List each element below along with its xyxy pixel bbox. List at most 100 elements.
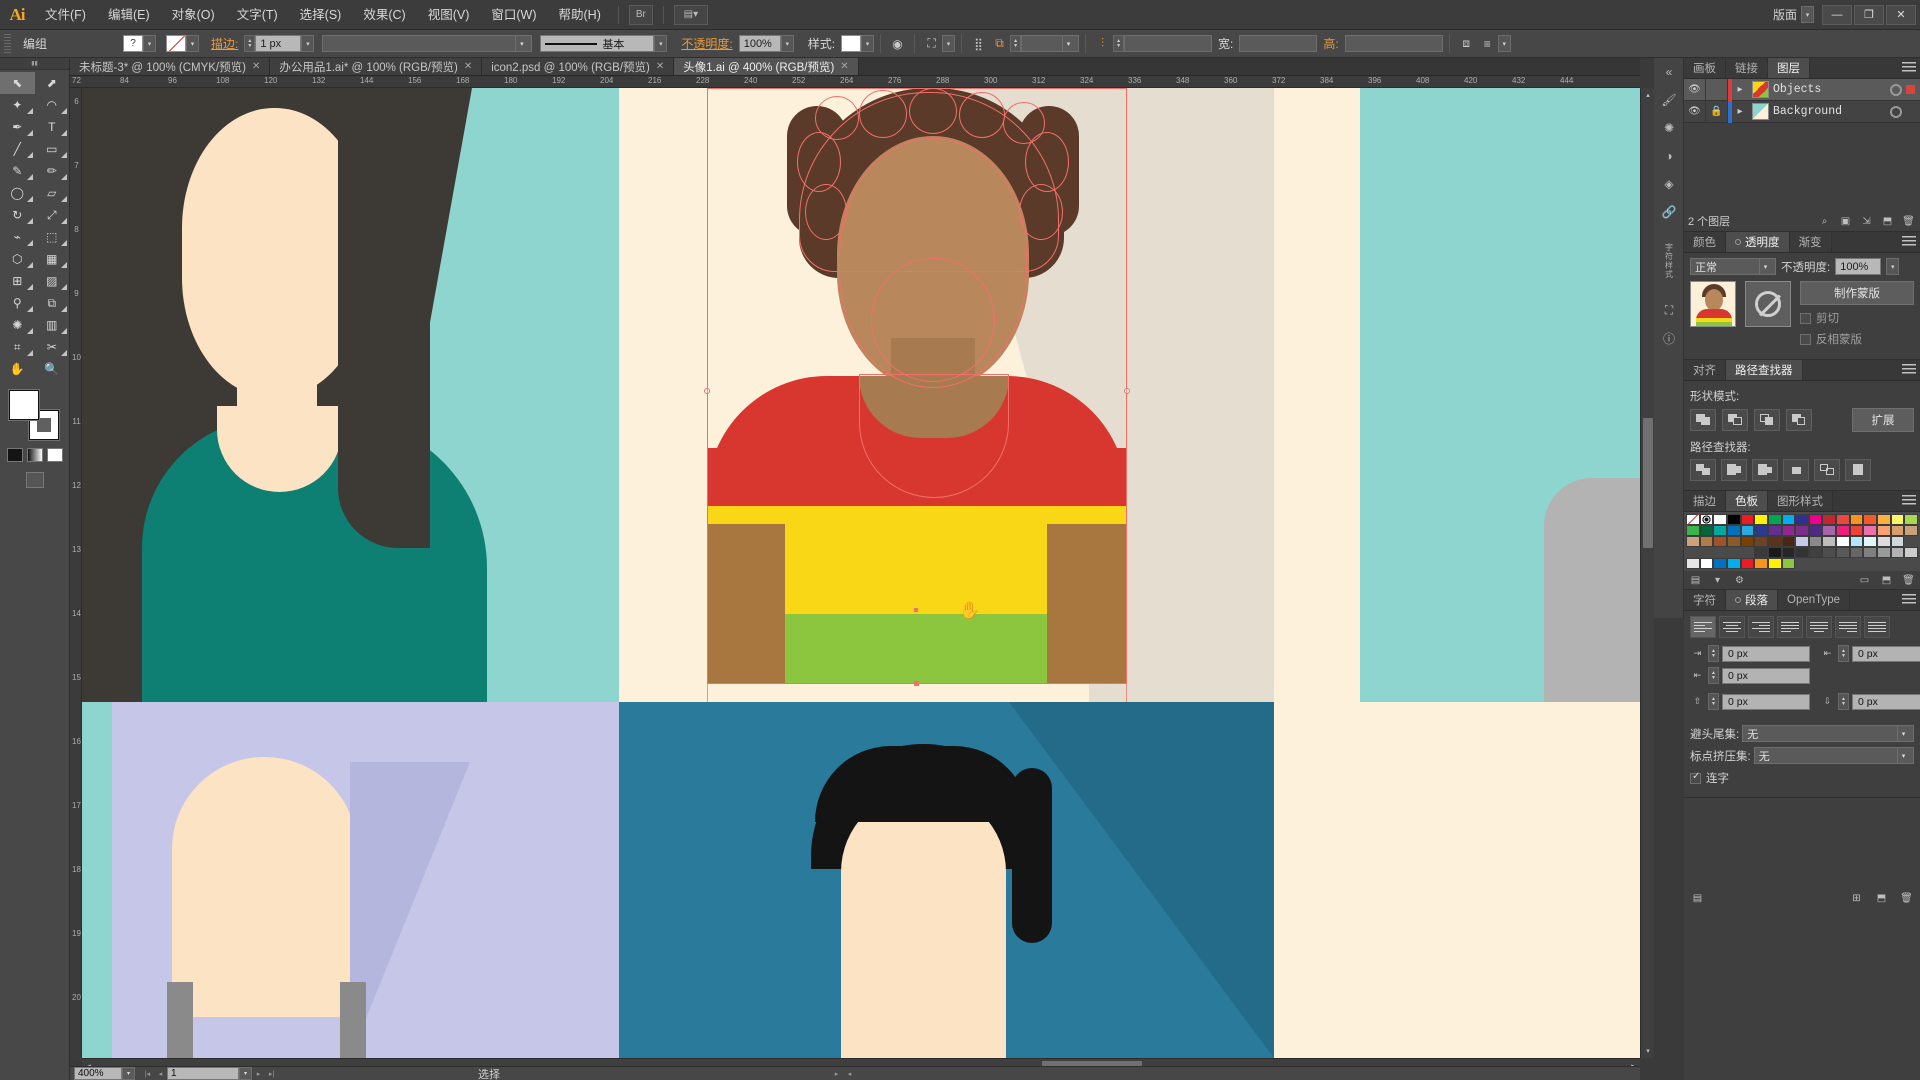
minus-back-icon[interactable] [1845,459,1871,481]
swatch[interactable] [1795,514,1809,525]
layer-lock-icon[interactable] [1706,78,1728,101]
menu-view[interactable]: 视图(V) [417,0,481,30]
transparency-opacity-chevron-icon[interactable]: ▾ [1886,258,1900,275]
swatch[interactable] [1686,536,1700,547]
swatch[interactable] [1890,514,1905,525]
layer-lock-icon[interactable]: 🔒 [1706,100,1728,123]
transparency-opacity-input[interactable]: 100% [1835,258,1882,275]
close-icon[interactable]: ✕ [252,61,260,72]
tab-transparency[interactable]: 透明度 [1726,232,1790,252]
outline-icon[interactable] [1814,459,1840,481]
layer-expand-icon[interactable]: ▸ [1732,79,1748,101]
swatch[interactable] [1795,547,1809,558]
swatch[interactable] [1686,558,1700,569]
opacity-label[interactable]: 不透明度: [675,35,738,52]
layer-visibility-icon[interactable]: 👁 [1684,78,1706,101]
swatch[interactable] [1808,558,1823,569]
swatch[interactable] [1699,547,1714,558]
swatch[interactable] [1740,558,1755,569]
status-expand-icon[interactable]: ▸ [830,1067,843,1080]
graphic-style-chevron-icon[interactable]: ▾ [861,35,875,52]
swatch[interactable] [1713,547,1727,558]
swatch[interactable] [1904,547,1918,558]
swatch[interactable] [1849,525,1864,536]
links-icon[interactable]: 🔗 [1654,198,1684,226]
first-line-indent-stepper[interactable]: ▲ ▼ [1708,667,1719,684]
swatch[interactable] [1890,547,1905,558]
tool-artboard[interactable]: ⌗ [0,336,35,358]
tab-swatches[interactable]: 色板 [1726,491,1768,511]
swatch-libraries-icon[interactable]: ▤ [1688,573,1703,588]
tool-eraser[interactable]: ▱ [35,182,70,204]
minimize-button[interactable]: — [1822,4,1852,25]
menu-select[interactable]: 选择(S) [289,0,353,30]
layer-row-objects[interactable]: 👁 ▸ Objects [1684,78,1920,101]
panel-menu-icon[interactable] [1902,495,1916,507]
swatch[interactable] [1713,525,1727,536]
swatch[interactable] [1781,547,1796,558]
swatch[interactable] [1808,525,1823,536]
swatch[interactable] [1863,547,1878,558]
swatch[interactable] [1808,547,1823,558]
mojikumi-chevron-icon[interactable]: ▾ [1897,748,1909,763]
workspace-switcher[interactable]: 版面 [1769,6,1801,23]
layer-name[interactable]: Background [1773,105,1890,118]
canvas-area[interactable]: ✋ [82,88,1640,1058]
space-before-input[interactable]: 0 px [1722,693,1810,710]
swatch[interactable] [1781,558,1796,569]
recolor-artwork-icon[interactable]: ◉ [887,34,908,53]
swatch[interactable] [1877,536,1891,547]
menu-effect[interactable]: 效果(C) [352,0,416,30]
swatch[interactable] [1890,525,1905,536]
swatch[interactable] [1754,558,1768,569]
mask-thumbnail[interactable] [1745,281,1791,327]
hyphenate-checkbox[interactable] [1690,771,1701,784]
prev-page-icon[interactable]: ◂ [154,1067,167,1080]
artboard[interactable]: ✋ [82,88,1640,1058]
swatch[interactable] [1699,514,1714,525]
info-icon[interactable]: ⓘ [1654,324,1684,352]
vertical-scroll-thumb[interactable] [1643,418,1653,548]
tool-pen[interactable]: ✒ [0,116,35,138]
swatch[interactable] [1686,547,1700,558]
status-collapse-icon[interactable]: ◂ [843,1067,856,1080]
tab-gradient[interactable]: 渐变 [1789,232,1832,252]
tab-color[interactable]: 颜色 [1684,232,1726,252]
tool-scale[interactable]: ⤢ [35,204,70,226]
divide-icon[interactable] [1690,459,1716,481]
swatch[interactable] [1781,514,1796,525]
restore-button[interactable]: ❐ [1854,4,1884,25]
tool-blob-brush[interactable]: ◯ [0,182,35,204]
space-after-input[interactable]: 0 px [1852,693,1920,710]
workspace-chevron-down-icon[interactable]: ▾ [1801,6,1814,23]
toolbox-grip[interactable]: ▮▮ [0,58,69,70]
zoom-chevron-down-icon[interactable]: ▾ [122,1067,135,1080]
swatch[interactable] [1726,558,1741,569]
brush-definition-select[interactable]: 基本 [540,35,655,52]
swatch[interactable] [1863,514,1878,525]
swatch[interactable] [1904,514,1918,525]
align-to-select[interactable]: ▾ [1021,35,1080,52]
fill-indicator[interactable] [8,390,39,420]
swatch[interactable] [1877,514,1891,525]
swatch[interactable] [1767,547,1782,558]
swatch[interactable] [1754,536,1768,547]
swatch[interactable] [1767,514,1782,525]
blend-mode-chevron-icon[interactable]: ▾ [1759,259,1771,274]
swatch[interactable] [1822,514,1837,525]
menu-type[interactable]: 文字(T) [226,0,289,30]
layer-target-icon[interactable] [1890,83,1902,96]
footer-icon-3[interactable]: ⬒ [1874,891,1889,906]
swatch[interactable] [1890,536,1905,547]
swatches-grid[interactable] [1686,512,1918,569]
swatch[interactable] [1849,536,1864,547]
swatch[interactable] [1781,525,1796,536]
menu-edit[interactable]: 编辑(E) [97,0,161,30]
document-tab-2[interactable]: 办公用品1.ai* @ 100% (RGB/预览) ✕ [270,58,483,75]
tool-rotate[interactable]: ↻ [0,204,35,226]
swatch[interactable] [1713,558,1727,569]
crop-icon[interactable] [1783,459,1809,481]
swatch[interactable] [1795,558,1809,569]
graphic-styles-icon[interactable]: ◑ [1654,142,1684,170]
new-layer-icon[interactable]: ⬒ [1880,214,1895,229]
